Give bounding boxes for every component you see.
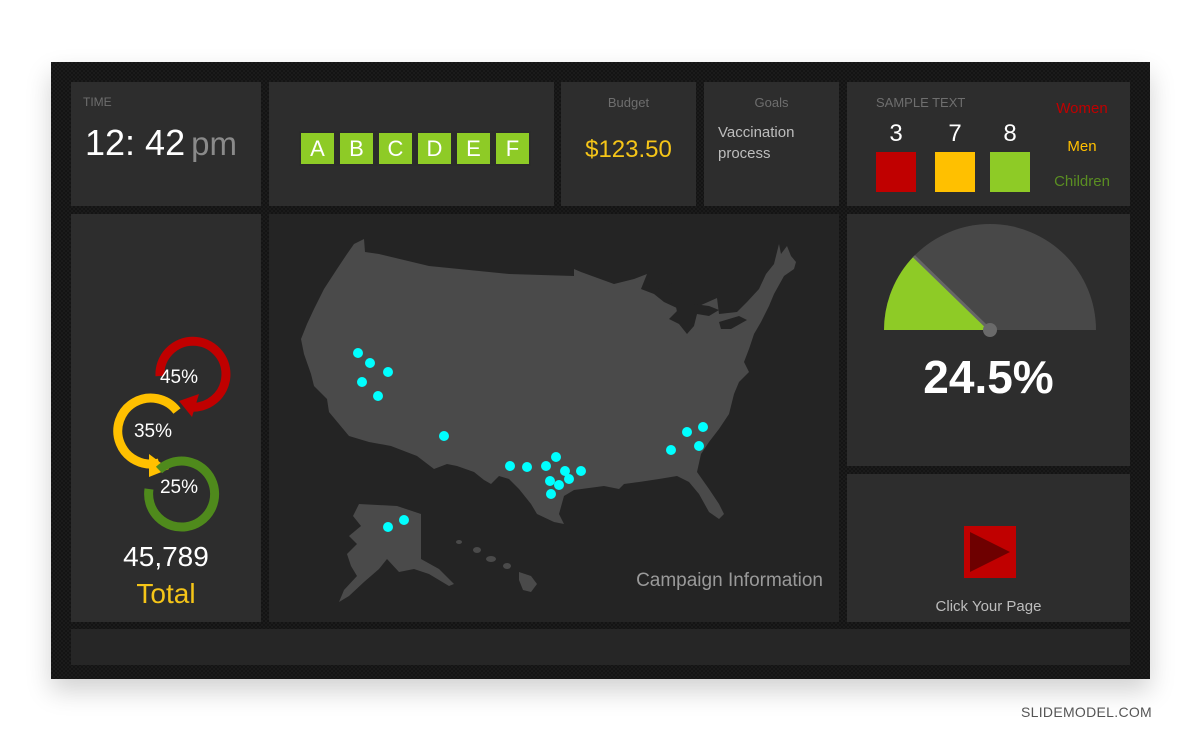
gauge-value: 24.5% xyxy=(923,351,1054,403)
letter-button-f[interactable]: F xyxy=(496,133,529,164)
count-children: 8 xyxy=(1003,120,1017,147)
ring-label-45: 45% xyxy=(160,367,198,388)
play-button[interactable] xyxy=(964,526,1016,578)
time-digits: 12: 42 xyxy=(85,122,186,163)
ring-label-35: 35% xyxy=(134,421,172,442)
swatch-children xyxy=(990,152,1030,192)
goals-text: Vaccination process xyxy=(718,124,795,162)
map-marker[interactable] xyxy=(541,461,551,471)
letter-button-e[interactable]: E xyxy=(457,133,490,164)
gauge xyxy=(884,224,1096,337)
play-icon xyxy=(970,532,1010,572)
dashboard-slide: TIME 12: 42 pm A B C D E F Budget $123.50… xyxy=(51,62,1150,679)
gauge-panel: 24.5% xyxy=(847,214,1130,466)
map-marker[interactable] xyxy=(666,445,676,455)
map-marker[interactable] xyxy=(545,476,555,486)
map-marker[interactable] xyxy=(694,441,704,451)
map-marker[interactable] xyxy=(383,522,393,532)
letter-button-d[interactable]: D xyxy=(418,133,451,164)
map-marker[interactable] xyxy=(357,377,367,387)
legend-men: Men xyxy=(1067,138,1097,155)
budget-label: Budget xyxy=(607,95,650,110)
map-marker[interactable] xyxy=(551,452,561,462)
count-men: 7 xyxy=(948,120,962,147)
map-marker[interactable] xyxy=(554,480,564,490)
count-women: 3 xyxy=(889,120,903,147)
letter-button-c[interactable]: C xyxy=(379,133,412,164)
swatch-women xyxy=(876,152,916,192)
budget-panel: Budget $123.50 xyxy=(561,82,696,206)
click-page-label: Click Your Page xyxy=(935,598,1042,615)
map-marker[interactable] xyxy=(682,427,692,437)
total-label: Total xyxy=(136,578,196,609)
sample-panel: SAMPLE TEXT 3 7 8 Women Men Children xyxy=(847,82,1130,206)
map-marker[interactable] xyxy=(353,348,363,358)
map-marker[interactable] xyxy=(365,358,375,368)
map-alaska xyxy=(339,504,454,602)
watermark: SLIDEMODEL.COM xyxy=(1021,704,1152,720)
letter-button-a[interactable]: A xyxy=(301,133,334,164)
map-marker[interactable] xyxy=(383,367,393,377)
map-marker[interactable] xyxy=(564,474,574,484)
totals-panel: 45% 35% 25% 45,789 Total xyxy=(71,214,261,622)
donut-chain: 45% 35% 25% xyxy=(113,336,231,532)
goals-label: Goals xyxy=(754,95,789,110)
us-map xyxy=(301,239,796,602)
legend-children: Children xyxy=(1054,173,1110,190)
time-label: TIME xyxy=(83,95,112,109)
map-marker[interactable] xyxy=(576,466,586,476)
letter-buttons: A B C D E F xyxy=(299,131,531,166)
letter-button-b[interactable]: B xyxy=(340,133,373,164)
budget-value: $123.50 xyxy=(585,136,672,163)
map-hawaii xyxy=(456,540,537,592)
footer-bar xyxy=(71,629,1130,665)
time-value: 12: 42 pm xyxy=(85,122,237,164)
map-caption: Campaign Information xyxy=(636,570,823,591)
map-marker[interactable] xyxy=(373,391,383,401)
total-value: 45,789 xyxy=(123,541,209,572)
map-marker[interactable] xyxy=(522,462,532,472)
time-ampm: pm xyxy=(191,125,237,162)
ring-label-25: 25% xyxy=(160,477,198,498)
map-marker[interactable] xyxy=(546,489,556,499)
map-marker[interactable] xyxy=(698,422,708,432)
map-marker[interactable] xyxy=(399,515,409,525)
time-panel: TIME 12: 42 pm xyxy=(71,82,261,206)
campaign-map-panel: Campaign Information xyxy=(269,214,839,622)
legend-women: Women xyxy=(1056,100,1108,117)
map-marker[interactable] xyxy=(439,431,449,441)
letters-panel: A B C D E F xyxy=(269,82,554,206)
map-marker[interactable] xyxy=(505,461,515,471)
gauge-hub xyxy=(983,323,997,337)
sample-label: SAMPLE TEXT xyxy=(876,95,966,110)
swatch-men xyxy=(935,152,975,192)
goals-panel: Goals Vaccination process xyxy=(704,82,839,206)
click-page-panel: Click Your Page xyxy=(847,474,1130,622)
